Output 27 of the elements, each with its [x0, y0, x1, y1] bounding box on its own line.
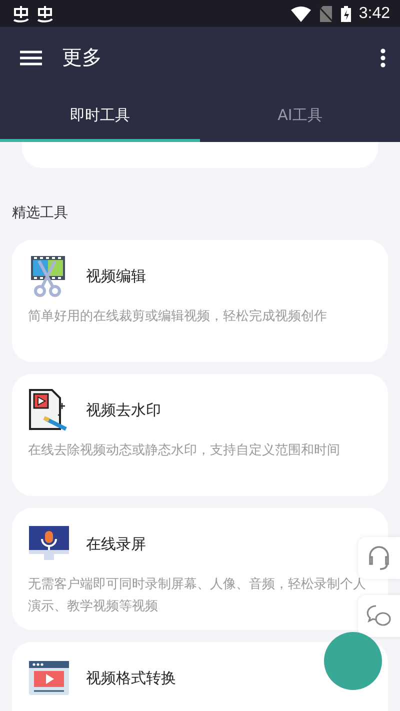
no-sim-icon: [318, 6, 333, 22]
chat-button[interactable]: [358, 595, 400, 637]
more-options-icon[interactable]: [380, 48, 386, 68]
tool-name: 视频格式转换: [86, 668, 176, 688]
notification-icon: [12, 4, 30, 22]
customer-service-button[interactable]: [358, 537, 400, 579]
tab[interactable]: AI工具: [200, 88, 400, 142]
headset-icon: [367, 545, 391, 571]
notification-icon: [36, 4, 54, 22]
tool-card[interactable]: 视频编辑 简单好用的在线裁剪或编辑视频，轻松完成视频创作: [12, 240, 388, 362]
section-title: 精选工具: [12, 204, 69, 222]
battery-charging-icon: [340, 6, 351, 22]
tool-name: 视频去水印: [86, 400, 161, 420]
tool-card[interactable]: 在线录屏 无需客户端即可同时录制屏幕、人像、音频，轻松录制个人演示、教学视频等视频: [12, 508, 388, 630]
tool-description: 在线去除视频动态或静态水印，支持自定义范围和时间: [28, 442, 341, 460]
status-time: 3:42: [358, 4, 390, 22]
tool-description: 无需客户端即可同时录制屏幕、人像、音频，轻松录制个人演示、教学视频等视频: [28, 576, 367, 616]
page-title: 更多: [62, 44, 102, 71]
tool-card[interactable]: 视频格式转换: [12, 642, 388, 711]
chat-bubbles-icon: [366, 604, 392, 628]
tool-card[interactable]: 视频去水印 在线去除视频动态或静态水印，支持自定义范围和时间: [12, 374, 388, 496]
tool-name: 视频编辑: [86, 266, 146, 286]
video-file-wand-icon: [28, 389, 70, 431]
tool-name: 在线录屏: [86, 534, 146, 554]
tool-description: 简单好用的在线裁剪或编辑视频，轻松完成视频创作: [28, 308, 328, 326]
wifi-icon: [290, 6, 311, 22]
menu-icon[interactable]: [20, 50, 42, 66]
